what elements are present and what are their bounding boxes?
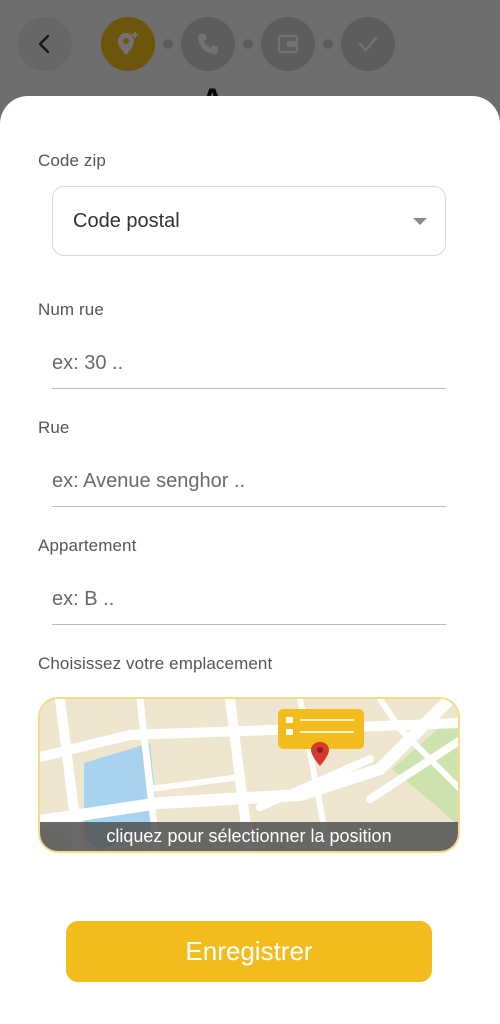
street-input[interactable] (52, 457, 446, 507)
apartment-input[interactable] (52, 575, 446, 625)
zip-select[interactable]: Code postal (52, 186, 446, 256)
map-caption: cliquez pour sélectionner la position (40, 822, 458, 851)
location-label: Choisissez votre emplacement (38, 654, 273, 673)
street-label: Rue (38, 418, 70, 437)
address-form-sheet: Code zip Code postal Num rue Rue Apparte… (0, 96, 500, 1024)
apartment-label: Appartement (38, 536, 137, 555)
zip-label: Code zip (38, 151, 106, 170)
street-number-label: Num rue (38, 300, 104, 319)
caret-down-icon (413, 218, 427, 225)
street-number-input[interactable] (52, 339, 446, 389)
zip-select-value: Code postal (73, 209, 180, 232)
save-button[interactable]: Enregistrer (66, 921, 432, 982)
location-map-picker[interactable]: cliquez pour sélectionner la position (38, 697, 460, 853)
